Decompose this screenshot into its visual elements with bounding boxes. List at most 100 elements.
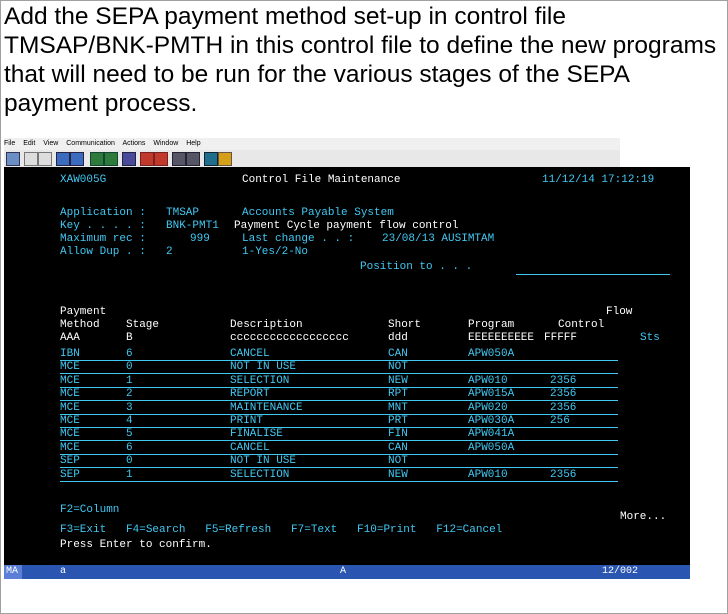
table-row-underline [60,440,618,442]
row-description-field[interactable]: SELECTION [230,469,289,482]
row-short-field[interactable]: PRT [388,415,408,428]
row-short-field[interactable]: FIN [388,428,408,441]
row-stage-field[interactable]: 0 [126,455,133,468]
row-method-field[interactable]: MCE [60,361,80,374]
row-method-field[interactable]: MCE [60,415,80,428]
row-short-field[interactable]: CAN [388,442,408,455]
row-stage-field[interactable]: 6 [126,442,133,455]
row-stage-field[interactable]: 6 [126,348,133,361]
fmt-control: FFFFF [544,332,578,344]
row-description-field[interactable]: FINALISE [230,428,283,441]
table-row-underline [60,413,618,415]
row-control-field[interactable]: 2356 [550,469,576,482]
row-short-field[interactable]: CAN [388,348,408,361]
row-program-field[interactable]: APW015A [468,388,514,401]
copy-icon[interactable] [24,152,38,166]
maxrec-label: Maximum rec : [60,233,146,245]
row-description-field[interactable]: CANCEL [230,348,270,361]
row-control-field[interactable]: 2356 [550,402,576,415]
row-method-field[interactable]: MCE [60,442,80,455]
row-program-field[interactable]: APW030A [468,415,514,428]
menu-actions[interactable]: Actions [122,140,145,147]
row-stage-field[interactable]: 4 [126,415,133,428]
col-description: Description [230,319,303,331]
row-program-field[interactable]: APW010 [468,469,508,482]
fmt-description: cccccccccccccccccc [230,332,349,344]
row-program-field[interactable]: APW050A [468,442,514,455]
fmt-program: EEEEEEEEEE [468,332,535,344]
instruction-text: Add the SEPA payment method set-up in co… [4,3,717,117]
row-program-field[interactable]: APW050A [468,348,514,361]
row-stage-field[interactable]: 2 [126,388,133,401]
menu-view[interactable]: View [43,140,58,147]
row-stage-field[interactable]: 3 [126,402,133,415]
row-short-field[interactable]: RPT [388,388,408,401]
paste-icon[interactable] [38,152,52,166]
table-row-underline [60,480,618,482]
row-stage-field[interactable]: 1 [126,469,133,482]
row-control-field[interactable]: 256 [550,415,570,428]
keypad-icon[interactable] [104,152,118,166]
row-short-field[interactable]: NOT [388,361,408,374]
maxrec-value: 999 [190,233,210,245]
status-a-left: a [60,566,67,577]
menu-window[interactable]: Window [153,140,178,147]
row-stage-field[interactable]: 5 [126,428,133,441]
config-icon[interactable] [172,152,186,166]
menu-edit[interactable]: Edit [23,140,35,147]
row-method-field[interactable]: MCE [60,402,80,415]
edit-icon[interactable] [218,152,232,166]
table-row-underline [60,386,618,388]
print-screen-icon[interactable] [6,152,20,166]
record-icon[interactable] [140,152,154,166]
status-a-mid: A [340,566,347,577]
row-short-field[interactable]: NEW [388,469,408,482]
menu-help[interactable]: Help [186,140,200,147]
row-method-field[interactable]: SEP [60,455,80,468]
row-method-field[interactable]: MCE [60,428,80,441]
row-method-field[interactable]: IBN [60,348,80,361]
row-short-field[interactable]: NEW [388,375,408,388]
table-row-underline [60,453,618,455]
allowdup-value[interactable]: 2 [166,246,173,259]
last-change-value: 23/08/13 AUSIMTAM [382,233,495,245]
row-program-field[interactable]: APW010 [468,375,508,388]
row-description-field[interactable]: CANCEL [230,442,270,455]
row-method-field[interactable]: MCE [60,375,80,388]
last-change-label: Last change . . : [242,233,355,245]
table-row-underline [60,360,618,361]
row-short-field[interactable]: NOT [388,455,408,468]
display-icon[interactable] [90,152,104,166]
function-keys[interactable]: F3=Exit F4=Search F5=Refresh F7=Text F10… [60,524,502,537]
row-description-field[interactable]: NOT IN USE [230,361,296,374]
row-description-field[interactable]: PRINT [230,415,263,428]
position-input[interactable] [516,274,670,275]
row-stage-field[interactable]: 0 [126,361,133,374]
screen-title: Control File Maintenance [242,174,401,186]
key-label: Key . . . . : [60,220,146,232]
row-program-field[interactable]: APW041A [468,428,514,441]
fmt-stage: B [126,332,133,344]
row-method-field[interactable]: SEP [60,469,80,482]
f2-column-key[interactable]: F2=Column [60,504,119,517]
play-icon[interactable] [154,152,168,166]
menu-communication[interactable]: Communication [66,140,115,147]
row-program-field[interactable]: APW020 [468,402,508,415]
col-sts: Sts [640,332,660,344]
row-description-field[interactable]: NOT IN USE [230,455,296,468]
row-description-field[interactable]: MAINTENANCE [230,402,303,415]
send-icon[interactable] [56,152,70,166]
row-stage-field[interactable]: 1 [126,375,133,388]
row-description-field[interactable]: REPORT [230,388,270,401]
more-indicator: More... [620,511,667,523]
macro-icon[interactable] [122,152,136,166]
help-icon[interactable] [204,152,218,166]
row-description-field[interactable]: SELECTION [230,375,289,388]
menu-file[interactable]: File [4,140,15,147]
row-control-field[interactable]: 2356 [550,388,576,401]
row-short-field[interactable]: MNT [388,402,408,415]
session-icon[interactable] [186,152,200,166]
row-control-field[interactable]: 2356 [550,375,576,388]
row-method-field[interactable]: MCE [60,388,80,401]
receive-icon[interactable] [70,152,84,166]
